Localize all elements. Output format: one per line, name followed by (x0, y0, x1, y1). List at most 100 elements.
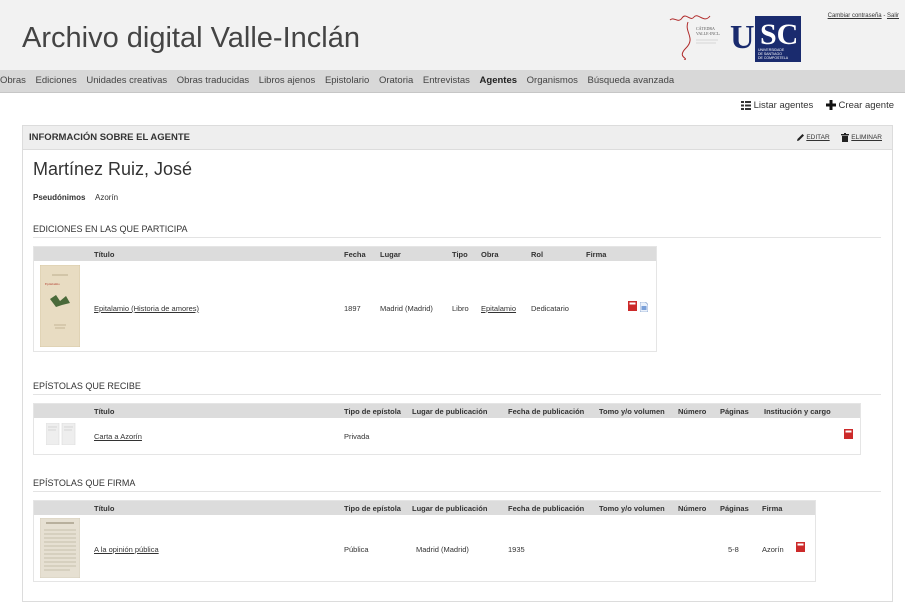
panel-header: INFORMACIÓN SOBRE EL AGENTE EDITAR ELIMI… (23, 126, 892, 150)
list-icon (740, 100, 751, 110)
change-password-link[interactable]: Cambiar contraseña (828, 13, 882, 19)
svg-text:DE COMPOSTELA: DE COMPOSTELA (758, 56, 789, 60)
col-paginas: Páginas (720, 407, 749, 416)
col-tipo-epistola: Tipo de epístola (344, 407, 401, 416)
edition-work-link[interactable]: Epitalamio (481, 304, 516, 313)
col-institucion-cargo: Institución y cargo (764, 407, 831, 416)
newspaper-thumbnail[interactable] (40, 518, 80, 578)
list-agents-button[interactable]: Listar agentes (740, 100, 816, 111)
received-letters-table: Título Tipo de epístola Lugar de publica… (33, 403, 861, 455)
pencil-icon (796, 134, 804, 141)
nav-oratoria[interactable]: Oratoria (379, 75, 413, 86)
edition-date: 1897 (344, 304, 361, 313)
nav-ediciones[interactable]: Ediciones (36, 75, 77, 86)
create-agent-label: Crear agente (838, 100, 894, 111)
pseudonyms-value: Azorín (95, 193, 119, 202)
col-lugar: Lugar (380, 250, 401, 259)
signed-section-title: EPÍSTOLAS QUE FIRMA (33, 478, 136, 488)
edition-type: Libro (452, 304, 469, 313)
section-divider (33, 394, 881, 395)
nav-items: Obras Ediciones Unidades creativas Obras… (0, 75, 681, 86)
thumb-title-text: Epitalamio (45, 282, 60, 286)
col-numero: Número (678, 504, 707, 513)
received-section-title: EPÍSTOLAS QUE RECIBE (33, 381, 141, 391)
valle-inclan-text: VALLE-INCLÁN (696, 31, 720, 36)
list-agents-label: Listar agentes (753, 100, 814, 111)
edition-place: Madrid (Madrid) (380, 304, 433, 313)
signed-letter-type: Pública (344, 545, 369, 554)
nav-organismos[interactable]: Organismos (527, 75, 578, 86)
col-titulo: Título (94, 504, 115, 513)
signed-letter-signature: Azorín (762, 545, 784, 554)
signed-letter-title-link[interactable]: A la opinión pública (94, 545, 159, 554)
col-fecha: Fecha (344, 250, 366, 259)
col-tipo-epistola: Tipo de epístola (344, 504, 401, 513)
delete-label: ELIMINAR (851, 134, 882, 142)
col-tomo-volumen: Tomo y/o volumen (599, 407, 665, 416)
site-title[interactable]: Archivo digital Valle-Inclán (22, 22, 360, 55)
book-cover-thumbnail[interactable]: Epitalamio (40, 265, 80, 347)
nav-entrevistas[interactable]: Entrevistas (423, 75, 470, 86)
col-paginas: Páginas (720, 504, 749, 513)
nav-libros-ajenos[interactable]: Libros ajenos (259, 75, 316, 86)
nav-busqueda-avanzada[interactable]: Búsqueda avanzada (588, 75, 675, 86)
catedra-valle-inclan-logo[interactable]: CÁTEDRA VALLE-INCLÁN (668, 14, 720, 60)
edition-role: Dedicatario (531, 304, 569, 313)
svg-text:SC: SC (760, 18, 798, 51)
editions-table: Título Fecha Lugar Tipo Obra Rol Firma E… (33, 246, 657, 352)
letter-thumbnail[interactable] (46, 423, 76, 445)
nav-obras[interactable]: Obras (0, 75, 26, 86)
panel-title: INFORMACIÓN SOBRE EL AGENTE (29, 132, 190, 143)
col-firma: Firma (762, 504, 783, 513)
main-nav: Obras Ediciones Unidades creativas Obras… (0, 70, 905, 93)
edition-title-link[interactable]: Epitalamio (Historia de amores) (94, 304, 199, 313)
col-obra: Obra (481, 250, 499, 259)
account-links: Cambiar contraseña - Salir (828, 13, 899, 19)
signed-letter-place: Madrid (Madrid) (416, 545, 469, 554)
col-lugar-publicacion: Lugar de publicación (412, 407, 488, 416)
col-fecha-publicacion: Fecha de publicación (508, 407, 585, 416)
col-lugar-publicacion: Lugar de publicación (412, 504, 488, 513)
col-tipo: Tipo (452, 250, 468, 259)
panel-actions: EDITAR ELIMINAR (786, 133, 882, 142)
plus-icon (825, 100, 836, 111)
signed-letter-pages: 5-8 (728, 545, 739, 554)
create-agent-button[interactable]: Crear agente (825, 100, 894, 111)
col-titulo: Título (94, 250, 115, 259)
section-divider (33, 491, 881, 492)
agent-actions: Listar agentes Crear agente (731, 100, 894, 111)
col-fecha-publicacion: Fecha de publicación (508, 504, 585, 513)
signed-letter-date: 1935 (508, 545, 525, 554)
site-header: Archivo digital Valle-Inclán CÁTEDRA VAL… (0, 0, 905, 70)
col-titulo: Título (94, 407, 115, 416)
usc-logo[interactable]: U SC UNIVERSIDADE DE SANTIAGO DE COMPOST… (730, 14, 826, 62)
pdf-icon[interactable] (628, 301, 637, 311)
link-separator: - (883, 13, 886, 19)
edit-button[interactable]: EDITAR (796, 134, 832, 141)
nav-agentes[interactable]: Agentes (480, 75, 517, 86)
pdf-icon[interactable] (796, 542, 805, 552)
col-numero: Número (678, 407, 707, 416)
nav-unidades-creativas[interactable]: Unidades creativas (86, 75, 167, 86)
received-letter-title-link[interactable]: Carta a Azorín (94, 432, 142, 441)
section-divider (33, 237, 881, 238)
nav-epistolario[interactable]: Epistolario (325, 75, 369, 86)
logout-link[interactable]: Salir (887, 13, 899, 19)
trash-icon (841, 133, 850, 142)
col-firma: Firma (586, 250, 607, 259)
col-rol: Rol (531, 250, 544, 259)
delete-button[interactable]: ELIMINAR (841, 133, 882, 142)
document-icon[interactable] (640, 302, 648, 312)
nav-obras-traducidas[interactable]: Obras traducidas (177, 75, 249, 86)
received-table-header: Título Tipo de epístola Lugar de publica… (34, 404, 860, 418)
pdf-icon[interactable] (844, 429, 853, 439)
pseudonyms-label: Pseudónimos (33, 193, 86, 202)
signed-table-header: Título Tipo de epístola Lugar de publica… (34, 501, 815, 515)
col-tomo-volumen: Tomo y/o volumen (599, 504, 665, 513)
editions-table-header: Título Fecha Lugar Tipo Obra Rol Firma (34, 247, 656, 261)
edit-label: EDITAR (806, 134, 830, 142)
received-letter-type: Privada (344, 432, 370, 441)
agent-name: Martínez Ruiz, José (33, 159, 193, 179)
signed-letters-table: Título Tipo de epístola Lugar de publica… (33, 500, 816, 582)
svg-text:U: U (730, 19, 755, 56)
